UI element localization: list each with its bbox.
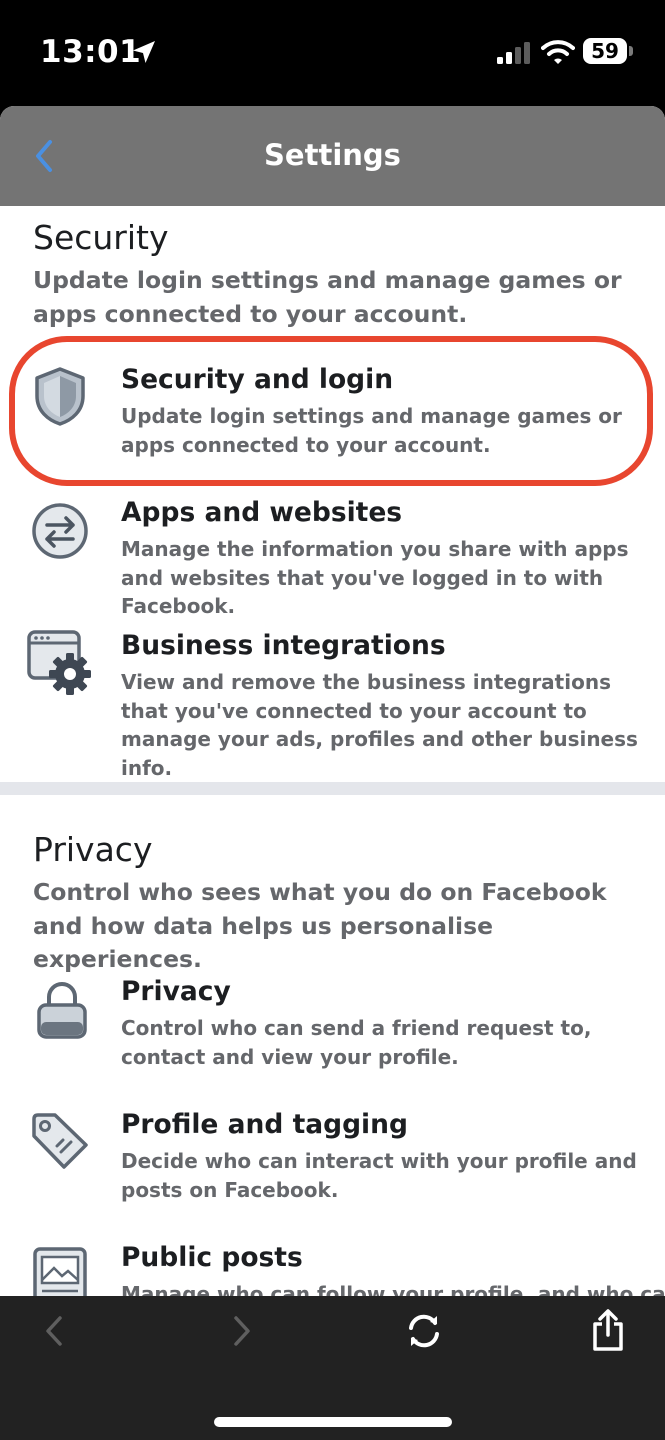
privacy-item-description: Control who can send a friend request to… (121, 1016, 592, 1069)
padlock-icon (37, 982, 87, 1039)
back-arrow-icon[interactable] (40, 1314, 70, 1348)
apps-and-websites-description: Manage the information you share with ap… (121, 537, 629, 618)
home-indicator (214, 1417, 452, 1427)
public-posts-description: Manage who can follow your profile, and … (121, 1282, 665, 1296)
security-and-login-title: Security and login (121, 364, 394, 395)
status-bar: 13:01 59 (0, 0, 665, 106)
browser-gear-icon (27, 630, 91, 695)
tag-icon (32, 1113, 88, 1169)
wifi-icon (541, 40, 575, 64)
battery-icon: 59 (583, 38, 627, 64)
profile-and-tagging-item[interactable]: Profile and tagging Decide who can inter… (0, 1109, 665, 1209)
arrows-exchange-icon (32, 503, 88, 559)
refresh-icon[interactable] (404, 1311, 444, 1351)
battery-cap (629, 46, 633, 56)
page-title: Settings (264, 138, 401, 172)
forward-arrow-icon[interactable] (226, 1314, 256, 1348)
business-integrations-title: Business integrations (121, 630, 446, 661)
navigation-bar: Settings (0, 106, 665, 206)
public-posts-item[interactable]: Public posts Manage who can follow your … (0, 1242, 665, 1296)
image-frame-icon (33, 1247, 87, 1296)
privacy-item-title: Privacy (121, 976, 231, 1007)
section-divider (0, 782, 665, 795)
security-section-description: Update login settings and manage games o… (33, 266, 622, 328)
security-and-login-item[interactable]: Security and login Update login settings… (0, 364, 665, 464)
privacy-item[interactable]: Privacy Control who can send a friend re… (0, 976, 665, 1076)
public-posts-title: Public posts (121, 1242, 303, 1273)
share-icon[interactable] (590, 1308, 626, 1352)
business-integrations-item[interactable]: Business integrations View and remove th… (0, 630, 665, 780)
profile-and-tagging-title: Profile and tagging (121, 1109, 408, 1140)
location-arrow-icon (133, 41, 155, 63)
cellular-signal-icon (497, 42, 530, 64)
security-section-title: Security (33, 218, 169, 257)
battery-level: 59 (591, 39, 619, 63)
apps-and-websites-item[interactable]: Apps and websites Manage the information… (0, 497, 665, 618)
privacy-section-title: Privacy (33, 830, 153, 869)
status-time: 13:01 (40, 34, 142, 70)
profile-and-tagging-description: Decide who can interact with your profil… (121, 1149, 637, 1202)
settings-sheet: Settings Security Update login settings … (0, 106, 665, 1296)
privacy-section-description: Control who sees what you do on Facebook… (33, 878, 607, 973)
business-integrations-description: View and remove the business integration… (121, 670, 638, 780)
shield-icon (35, 367, 85, 426)
security-and-login-description: Update login settings and manage games o… (121, 404, 622, 457)
apps-and-websites-title: Apps and websites (121, 497, 403, 528)
